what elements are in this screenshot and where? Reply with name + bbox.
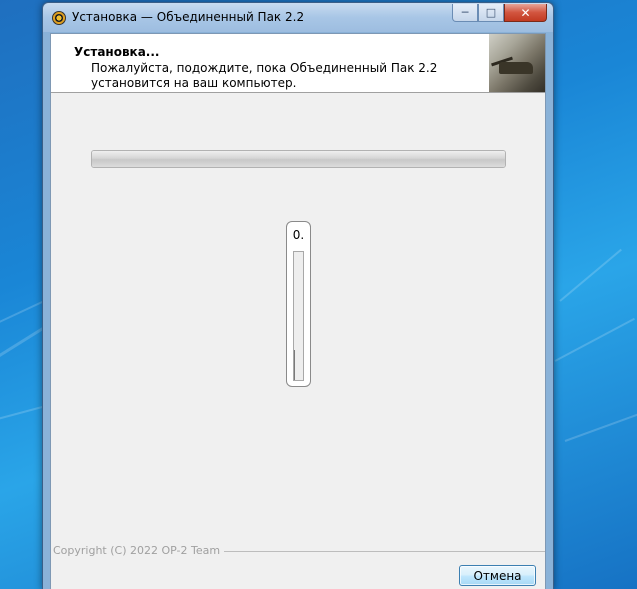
maximize-icon: □ bbox=[485, 6, 497, 19]
level-widget: 0. bbox=[286, 221, 311, 387]
window-title: Установка — Объединенный Пак 2.2 bbox=[72, 10, 305, 24]
installer-header: Установка... Пожалуйста, подождите, пока… bbox=[51, 34, 545, 93]
minimize-icon: ─ bbox=[461, 6, 469, 19]
banner-tank bbox=[499, 62, 533, 74]
close-icon: ✕ bbox=[520, 5, 531, 20]
client-area: Установка... Пожалуйста, подождите, пока… bbox=[50, 33, 546, 589]
wallpaper-streak bbox=[559, 248, 622, 302]
level-vertical-bar bbox=[293, 251, 304, 381]
minimize-button[interactable]: ─ bbox=[452, 4, 478, 22]
header-banner-image bbox=[489, 34, 545, 92]
radiation-icon bbox=[52, 11, 66, 25]
caption-buttons: ─ □ ✕ bbox=[452, 4, 547, 23]
level-widget-label: 0. bbox=[292, 228, 305, 242]
wallpaper-streak bbox=[554, 317, 635, 362]
close-button[interactable]: ✕ bbox=[504, 4, 547, 22]
title-bar[interactable]: Установка — Объединенный Пак 2.2 ─ □ ✕ bbox=[43, 3, 553, 32]
header-subtitle: Пожалуйста, подождите, пока Объединенный… bbox=[91, 61, 438, 90]
wallpaper-streak bbox=[564, 412, 637, 442]
cancel-button[interactable]: Отмена bbox=[459, 565, 536, 586]
level-vertical-fill bbox=[294, 350, 295, 380]
header-title: Установка... bbox=[74, 45, 160, 59]
install-progress-bar bbox=[91, 150, 506, 168]
maximize-button[interactable]: □ bbox=[478, 4, 504, 22]
installer-window: Установка — Объединенный Пак 2.2 ─ □ ✕ У… bbox=[42, 2, 554, 589]
install-progress-fill bbox=[92, 151, 505, 167]
copyright-text: Copyright (C) 2022 OP-2 Team bbox=[53, 544, 225, 557]
desktop-background: Установка — Объединенный Пак 2.2 ─ □ ✕ У… bbox=[0, 0, 637, 589]
